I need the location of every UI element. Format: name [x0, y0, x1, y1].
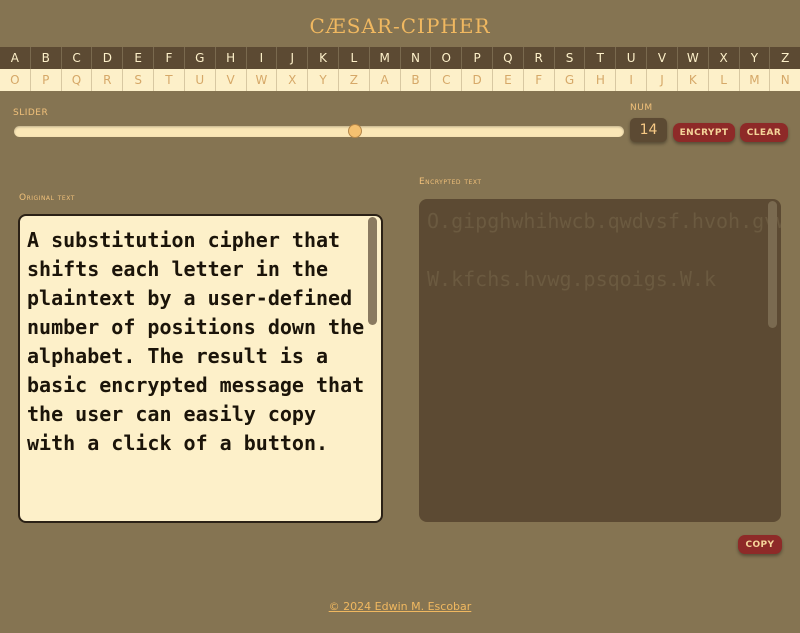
plain-letter-cell: K — [308, 47, 339, 69]
encrypted-text-label: Encrypted text — [419, 177, 482, 187]
shifted-letter-cell: G — [554, 69, 586, 91]
plain-letter-cell: N — [400, 47, 432, 69]
plain-letter-cell: D — [92, 47, 124, 69]
plain-letter-cell: I — [246, 47, 278, 69]
plain-letter-cell: A — [0, 47, 31, 69]
plain-letter-cell: C — [61, 47, 93, 69]
plain-letter-cell: G — [184, 47, 216, 69]
shifted-letter-cell: H — [585, 69, 617, 91]
shifted-letter-cell: F — [523, 69, 555, 91]
shifted-letter-cell: D — [462, 69, 493, 91]
plain-alphabet-row: ABCDEFGHIJKLMNOPQRSTUVWXYZ — [0, 47, 800, 69]
slider-thumb[interactable] — [348, 124, 362, 138]
shifted-letter-cell: O — [0, 69, 31, 91]
plain-letter-cell: U — [616, 47, 648, 69]
shifted-letter-cell: R — [92, 69, 124, 91]
original-text-area[interactable]: A substitution cipher that shifts each l… — [18, 214, 383, 523]
footer-link[interactable]: © 2024 Edwin M. Escobar — [0, 600, 800, 613]
shifted-letter-cell: T — [154, 69, 185, 91]
shifted-letter-cell: U — [184, 69, 216, 91]
shifted-letter-cell: N — [770, 69, 800, 91]
plain-letter-cell: Z — [770, 47, 800, 69]
plain-letter-cell: B — [30, 47, 62, 69]
clear-button[interactable]: CLEAR — [740, 123, 788, 142]
plain-letter-cell: S — [554, 47, 586, 69]
plain-letter-cell: X — [708, 47, 740, 69]
plain-letter-cell: P — [462, 47, 493, 69]
shifted-letter-cell: J — [647, 69, 678, 91]
shifted-letter-cell: Y — [308, 69, 339, 91]
shifted-alphabet-row: OPQRSTUVWXYZABCDEFGHIJKLMN — [0, 69, 800, 91]
plain-letter-cell: V — [647, 47, 678, 69]
encrypted-text-scrollbar[interactable] — [768, 201, 777, 328]
shift-number-field[interactable]: 14 — [630, 118, 667, 142]
shifted-letter-cell: V — [215, 69, 247, 91]
plain-letter-cell: L — [338, 47, 370, 69]
num-label: NUM — [630, 103, 653, 113]
shifted-letter-cell: K — [677, 69, 709, 91]
shifted-letter-cell: Z — [338, 69, 370, 91]
copy-button[interactable]: COPY — [738, 535, 782, 554]
plain-letter-cell: H — [215, 47, 247, 69]
encrypted-text-area[interactable]: O.gipghwhihwcb.qwdvsf.hvoh.gvwthg.soqv.z… — [419, 199, 781, 522]
plain-letter-cell: T — [585, 47, 617, 69]
shifted-letter-cell: L — [708, 69, 740, 91]
plain-letter-cell: W — [677, 47, 709, 69]
shifted-letter-cell: E — [493, 69, 524, 91]
plain-letter-cell: O — [431, 47, 463, 69]
shifted-letter-cell: I — [616, 69, 648, 91]
plain-letter-cell: Q — [493, 47, 524, 69]
app-title: CÆSAR-CIPHER — [309, 14, 491, 38]
encrypt-button[interactable]: ENCRYPT — [673, 123, 735, 142]
shifted-letter-cell: S — [123, 69, 155, 91]
plain-letter-cell: Y — [739, 47, 771, 69]
shifted-letter-cell: M — [739, 69, 771, 91]
original-text-scrollbar[interactable] — [368, 217, 377, 325]
slider-label: SLIDER — [13, 108, 49, 118]
plain-letter-cell: R — [523, 47, 555, 69]
shifted-letter-cell: X — [277, 69, 309, 91]
plain-letter-cell: M — [369, 47, 401, 69]
shifted-letter-cell: Q — [61, 69, 93, 91]
plain-letter-cell: J — [277, 47, 309, 69]
shifted-letter-cell: C — [431, 69, 463, 91]
shifted-letter-cell: W — [246, 69, 278, 91]
shifted-letter-cell: B — [400, 69, 432, 91]
plain-letter-cell: F — [154, 47, 185, 69]
shifted-letter-cell: P — [30, 69, 62, 91]
shift-slider[interactable] — [14, 124, 624, 138]
shifted-letter-cell: A — [369, 69, 401, 91]
plain-letter-cell: E — [123, 47, 155, 69]
original-text-label: Original text — [19, 193, 75, 203]
